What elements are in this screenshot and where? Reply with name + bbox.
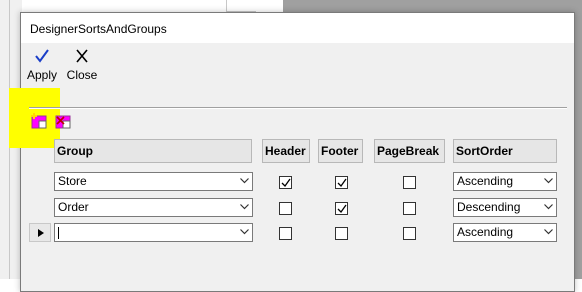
close-label: Close	[66, 68, 98, 82]
sortorder-value: Ascending	[457, 225, 514, 239]
pagebreak-checkbox[interactable]	[403, 202, 416, 215]
group-select[interactable]: Store	[54, 172, 253, 191]
check-icon	[337, 178, 347, 188]
chevron-down-icon	[544, 178, 553, 184]
sortorder-select[interactable]: Ascending	[453, 223, 557, 242]
chevron-down-icon	[544, 229, 553, 235]
background-cell	[226, 0, 256, 12]
close-button[interactable]: Close	[65, 46, 99, 82]
sortorder-value: Ascending	[457, 174, 514, 188]
group-select[interactable]: Order	[54, 198, 253, 217]
checkmark-icon	[35, 49, 49, 63]
chevron-down-icon	[544, 204, 553, 210]
pagebreak-checkbox[interactable]	[403, 227, 416, 240]
apply-button[interactable]: Apply	[25, 46, 59, 82]
footer-checkbox[interactable]	[335, 176, 348, 189]
window-title: DesignerSortsAndGroups	[30, 22, 167, 36]
check-icon	[281, 178, 291, 188]
text-caret	[58, 227, 59, 239]
title-bar: DesignerSortsAndGroups	[21, 13, 574, 43]
chevron-down-icon	[240, 229, 249, 235]
x-icon	[76, 49, 88, 63]
apply-label: Apply	[26, 68, 58, 82]
group-value: Order	[58, 200, 89, 214]
delete-group-icon[interactable]	[55, 113, 71, 129]
header-checkbox[interactable]	[279, 227, 292, 240]
sortorder-select[interactable]: Ascending	[453, 172, 557, 191]
header-checkbox[interactable]	[279, 202, 292, 215]
column-header-pagebreak: PageBreak	[374, 139, 445, 163]
footer-checkbox[interactable]	[335, 227, 348, 240]
chevron-down-icon	[240, 178, 249, 184]
row-pointer-icon	[38, 229, 44, 237]
pagebreak-checkbox[interactable]	[403, 176, 416, 189]
group-value: Store	[58, 174, 87, 188]
add-group-icon[interactable]	[31, 113, 47, 129]
group-select[interactable]	[54, 223, 253, 242]
chevron-down-icon	[240, 204, 249, 210]
sortorder-select[interactable]: Descending	[453, 198, 557, 217]
toolbar-separator-highlight	[29, 108, 567, 109]
check-icon	[337, 204, 347, 214]
sortorder-value: Descending	[457, 200, 521, 214]
current-row-indicator[interactable]	[29, 223, 51, 242]
column-header-footer: Footer	[318, 139, 363, 163]
footer-checkbox[interactable]	[335, 202, 348, 215]
column-header-group: Group	[54, 139, 252, 163]
header-checkbox[interactable]	[279, 176, 292, 189]
sorts-groups-dialog: DesignerSortsAndGroups Apply Close Group…	[9, 12, 575, 292]
column-header-sortorder: SortOrder	[453, 139, 557, 163]
column-header-header: Header	[262, 139, 310, 163]
